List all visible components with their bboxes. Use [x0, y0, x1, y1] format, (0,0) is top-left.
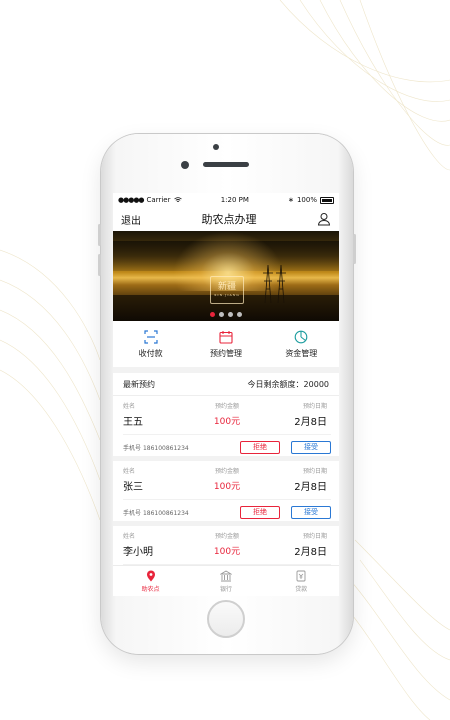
bank-icon [219, 569, 232, 581]
reject-button[interactable]: 拒绝 [240, 505, 280, 519]
quota-value: 20000 [303, 379, 329, 389]
quick-action-label: 资金管理 [285, 348, 318, 358]
reservation-date: 2月8日 [294, 547, 327, 558]
phone-prefix: 手机号 [123, 509, 142, 517]
tab-label: 贷款 [295, 585, 308, 593]
accept-button[interactable]: 接受 [291, 505, 331, 519]
accept-button[interactable]: 接受 [291, 440, 331, 454]
status-bar: ●●●●● Carrier 1:20 PM ∗ 100% [113, 193, 339, 207]
power-button [353, 234, 356, 264]
battery-percent: 100% [296, 196, 317, 204]
quick-action-payment[interactable]: 收付款 [116, 329, 186, 359]
location-pin-icon [146, 570, 155, 581]
banner-logo-subtext: XIN·JIANG [214, 293, 240, 297]
carousel-dot[interactable] [237, 312, 242, 317]
clock: 1:20 PM [220, 196, 249, 204]
name-header: 姓名 [123, 468, 136, 475]
date-header: 预约日期 [302, 468, 327, 475]
home-button[interactable] [207, 600, 245, 638]
quick-action-reservations[interactable]: 预约管理 [191, 330, 261, 359]
name-header: 姓名 [123, 533, 136, 540]
name-header: 姓名 [123, 403, 136, 410]
battery-icon [319, 196, 334, 204]
user-icon[interactable] [317, 212, 331, 226]
reservation-summary: 最新预约 今日剩余额度：20000 [113, 373, 339, 396]
reservation-date: 2月8日 [294, 482, 327, 493]
date-header: 预约日期 [302, 533, 327, 540]
banner-logo-text: 新疆 [217, 282, 236, 292]
phone-number: 186100861234 [142, 509, 189, 517]
loan-icon [296, 570, 306, 581]
sensor [213, 144, 219, 150]
power-pylon-icon [263, 265, 273, 303]
reservation-name: 王五 [123, 417, 143, 428]
reservation-list: 姓名 预约金额 预约日期 王五 100元 2月8日 手机号 18610086​1… [113, 396, 339, 591]
wifi-icon [173, 197, 182, 202]
carrier-label: Carrier [146, 196, 171, 204]
power-pylon-icon [276, 265, 286, 303]
quick-action-label: 预约管理 [209, 348, 242, 358]
tab-loan[interactable]: 贷款 [271, 570, 331, 593]
logout-button[interactable]: 退出 [121, 212, 141, 227]
bluetooth-icon: ∗ [288, 196, 294, 204]
quick-actions: 收付款 预约管理 资金管理 [113, 321, 339, 373]
scan-icon [144, 329, 158, 344]
tab-label: 银行 [219, 585, 232, 593]
carousel-dot[interactable] [228, 312, 233, 317]
reservation-name: 张三 [123, 482, 143, 493]
signal-icon: ●●●●● [118, 196, 145, 204]
phone-number: 18610086​1234 [142, 444, 189, 452]
calendar-icon [219, 330, 233, 344]
carousel-dot[interactable] [210, 312, 215, 317]
navigation-bar: 退出 助农点办理 [113, 207, 339, 231]
reservation-name: 李小明 [123, 547, 153, 558]
amount-header: 预约金额 [214, 403, 239, 410]
tab-assist-point[interactable]: 助农点 [121, 570, 181, 593]
phone-prefix: 手机号 [123, 444, 142, 452]
reservation-amount: 100元 [213, 482, 241, 492]
quota-info: 今日剩余额度：20000 [248, 379, 329, 390]
banner-logo: 新疆 XIN·JIANG [210, 276, 244, 304]
quick-action-funds[interactable]: 资金管理 [266, 330, 336, 359]
quick-action-label: 收付款 [138, 348, 163, 358]
volume-button [98, 224, 101, 246]
carousel-dot[interactable] [219, 312, 224, 317]
reservation-phone: 手机号 18610086​1234 [123, 443, 189, 452]
reservation-row: 姓名 预约金额 预约日期 王五 100元 2月8日 手机号 18610086​1… [113, 396, 339, 461]
reservation-amount: 100元 [213, 547, 241, 557]
section-title: 最新预约 [123, 379, 155, 389]
reservation-phone: 手机号 186100861234 [123, 508, 189, 517]
amount-header: 预约金额 [214, 468, 239, 475]
quota-label: 今日剩余额度： [247, 379, 304, 389]
amount-header: 预约金额 [214, 533, 239, 540]
reservation-amount: 100元 [213, 417, 241, 427]
date-header: 预约日期 [302, 403, 327, 410]
banner-carousel[interactable]: 新疆 XIN·JIANG [113, 231, 339, 321]
app-screen: ●●●●● Carrier 1:20 PM ∗ 100% 退出 助农点办理 新疆… [113, 193, 339, 596]
tab-bar: 助农点 银行 贷款 [113, 565, 339, 596]
reservation-date: 2月8日 [294, 417, 327, 428]
pie-chart-icon [294, 330, 308, 343]
volume-button [98, 254, 101, 276]
earpiece-speaker [203, 162, 249, 167]
carousel-indicator [113, 312, 339, 317]
page-title: 助农点办理 [201, 213, 257, 226]
reject-button[interactable]: 拒绝 [240, 440, 280, 454]
tab-bank[interactable]: 银行 [196, 569, 256, 593]
tab-label: 助农点 [141, 585, 160, 593]
front-camera [181, 161, 189, 169]
reservation-row: 姓名 预约金额 预约日期 张三 100元 2月8日 手机号 1861008612… [113, 461, 339, 526]
